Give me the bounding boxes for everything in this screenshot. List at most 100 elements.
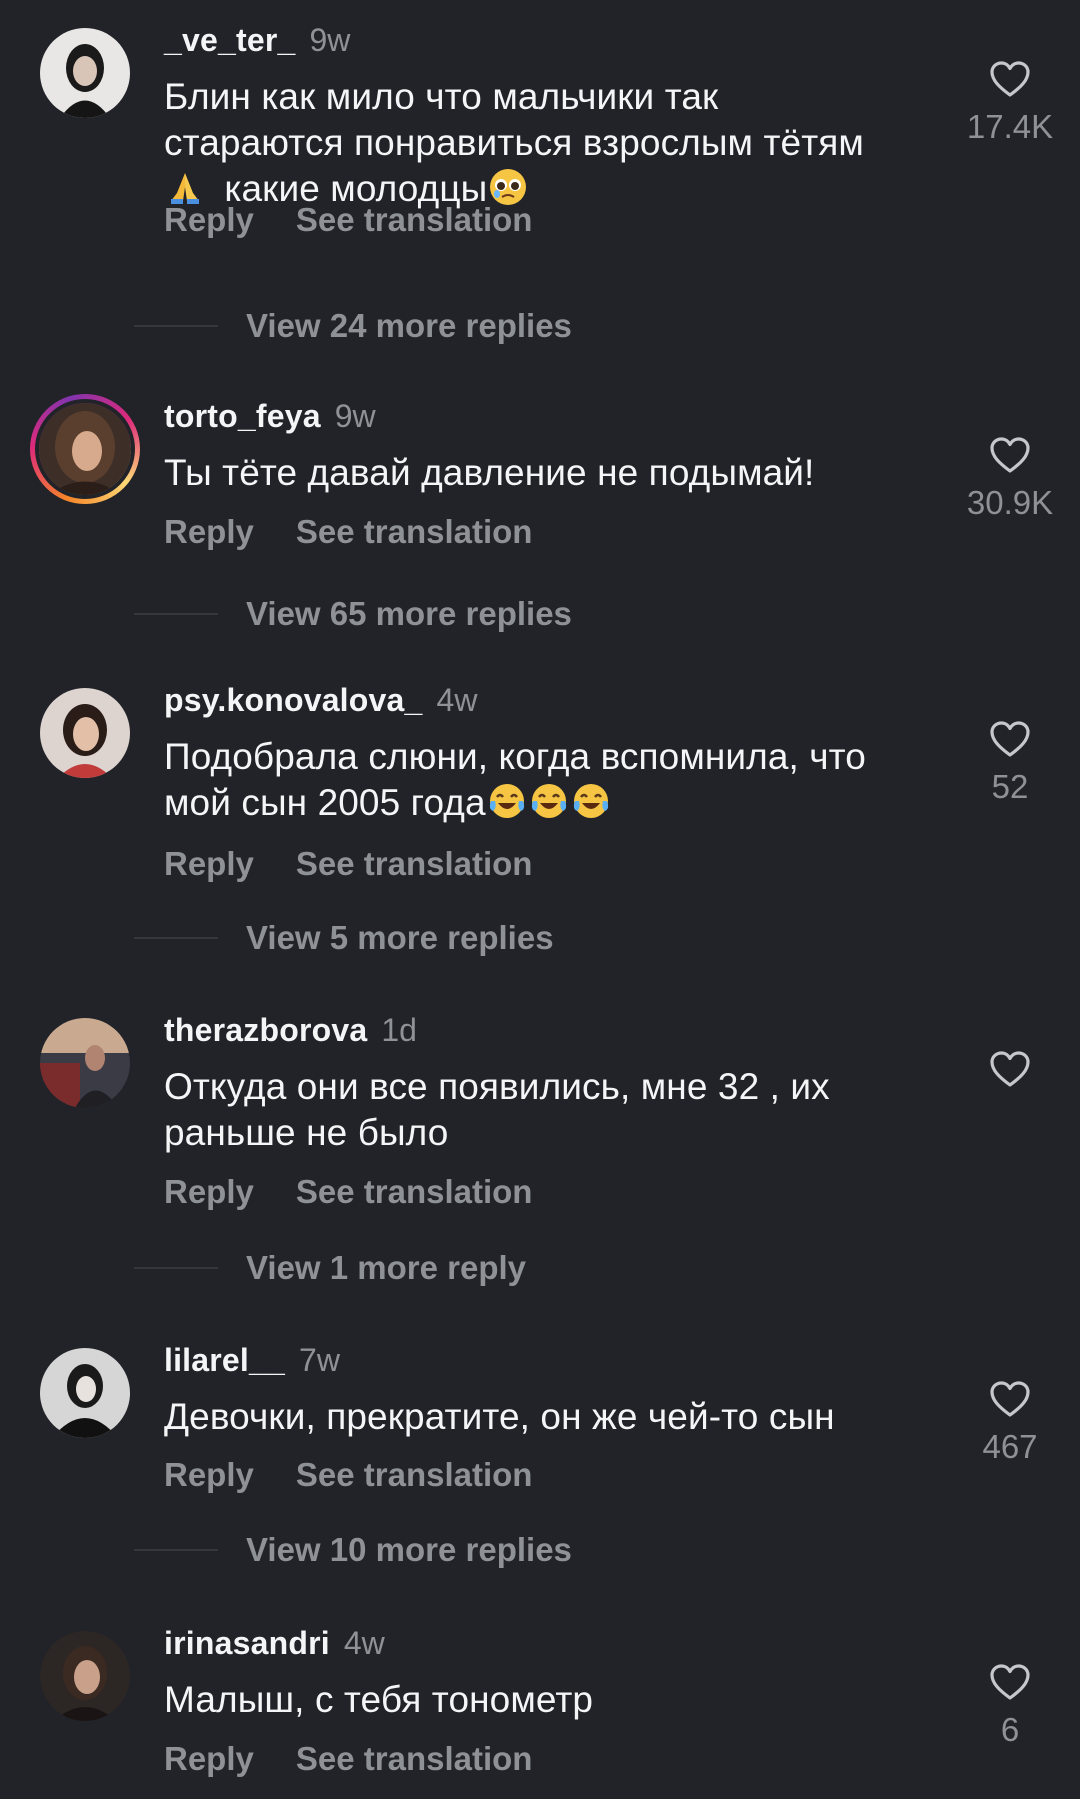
- comment-text-line: Откуда они все появились, мне 32 , их: [164, 1066, 830, 1107]
- like-area: 52: [950, 720, 1070, 806]
- like-area: 17.4K: [950, 60, 1070, 146]
- view-more-replies-label[interactable]: View 24 more replies: [246, 307, 572, 345]
- comment-header: lilarel__ 7w: [164, 1342, 340, 1382]
- avatar[interactable]: [40, 1348, 130, 1438]
- comment-text: Ты тёте давай давление не подымай!: [164, 450, 954, 496]
- username[interactable]: irinasandri: [164, 1625, 330, 1662]
- comment-item: _ve_ter_ 9w Блин как мило что мальчики т…: [0, 0, 1080, 360]
- comment-text: Откуда они все появились, мне 32 , их ра…: [164, 1064, 954, 1156]
- comment-text: Подобрала слюни, когда вспомнила, что мо…: [164, 734, 954, 826]
- comment-actions: Reply See translation: [164, 1739, 532, 1779]
- view-more-replies-label[interactable]: View 65 more replies: [246, 595, 572, 633]
- see-translation-button[interactable]: See translation: [296, 845, 533, 883]
- timestamp: 1d: [381, 1012, 417, 1048]
- comment-header: _ve_ter_ 9w: [164, 22, 350, 62]
- comment-header: irinasandri 4w: [164, 1625, 385, 1665]
- comment-item: irinasandri 4w Малыш, с тебя тонометр Re…: [0, 1603, 1080, 1799]
- replies-divider-line: [134, 1267, 218, 1269]
- replies-divider-line: [134, 325, 218, 327]
- avatar-story-ring[interactable]: [30, 394, 140, 504]
- username[interactable]: torto_feya: [164, 398, 321, 435]
- comment-header: psy.konovalova_ 4w: [164, 682, 477, 722]
- replies-divider-line: [134, 613, 218, 615]
- comment-text-line: Подобрала слюни, когда вспомнила, что: [164, 736, 866, 777]
- username[interactable]: lilarel__: [164, 1342, 285, 1379]
- comment-text: Девочки, прекратите, он же чей-то сын: [164, 1394, 954, 1440]
- view-more-replies[interactable]: View 1 more reply: [134, 1248, 526, 1288]
- comment-text-line: мой сын 2005 года: [164, 780, 954, 826]
- see-translation-button[interactable]: See translation: [296, 201, 533, 239]
- heart-outline-icon[interactable]: [989, 1050, 1031, 1088]
- comment-item: lilarel__ 7w Девочки, прекратите, он же …: [0, 1320, 1080, 1610]
- like-count: 6: [1000, 1711, 1020, 1748]
- username[interactable]: therazborova: [164, 1012, 367, 1049]
- timestamp: 4w: [436, 682, 478, 718]
- comment-text-line: Девочки, прекратите, он же чей-то сын: [164, 1396, 835, 1437]
- comment-text-line: раньше не было: [164, 1112, 449, 1153]
- replies-divider-line: [134, 937, 218, 939]
- view-more-replies-label[interactable]: View 1 more reply: [246, 1249, 526, 1287]
- comment-item: psy.konovalova_ 4w Подобрала слюни, когд…: [0, 660, 1080, 980]
- comment-text: Блин как мило что мальчики так стараются…: [164, 74, 954, 212]
- tears-of-joy-emoji: [487, 781, 527, 821]
- comment-header: therazborova 1d: [164, 1012, 417, 1052]
- timestamp: 4w: [343, 1625, 385, 1661]
- reply-button[interactable]: Reply: [164, 1740, 254, 1778]
- timestamp: 9w: [309, 22, 351, 58]
- comment-actions: Reply See translation: [164, 1455, 532, 1495]
- reply-button[interactable]: Reply: [164, 201, 254, 239]
- avatar[interactable]: [40, 688, 130, 778]
- avatar[interactable]: [40, 1018, 130, 1108]
- comment-text-line: Малыш, с тебя тонометр: [164, 1679, 594, 1720]
- comments-screen: _ve_ter_ 9w Блин как мило что мальчики т…: [0, 0, 1080, 1799]
- comment-text-fragment: мой сын 2005 года: [164, 782, 486, 823]
- like-area: [950, 1050, 1070, 1098]
- like-area: 30.9K: [950, 436, 1070, 522]
- reply-button[interactable]: Reply: [164, 513, 254, 551]
- view-more-replies[interactable]: View 24 more replies: [134, 306, 572, 346]
- comment-actions: Reply See translation: [164, 844, 532, 884]
- see-translation-button[interactable]: See translation: [296, 1740, 533, 1778]
- view-more-replies-label[interactable]: View 10 more replies: [246, 1531, 572, 1569]
- comment-text: Малыш, с тебя тонометр: [164, 1677, 954, 1723]
- view-more-replies[interactable]: View 10 more replies: [134, 1530, 572, 1570]
- comment-item: torto_feya 9w Ты тёте давай давление не …: [0, 376, 1080, 666]
- comment-text-line: стараются понравиться взрослым тётям: [164, 122, 864, 163]
- view-more-replies[interactable]: View 65 more replies: [134, 594, 572, 634]
- like-count: 30.9K: [966, 484, 1054, 521]
- avatar: [35, 399, 135, 499]
- view-more-replies[interactable]: View 5 more replies: [134, 918, 554, 958]
- like-count: 17.4K: [966, 108, 1054, 145]
- like-area: 6: [950, 1663, 1070, 1749]
- heart-outline-icon[interactable]: [989, 1663, 1031, 1701]
- heart-outline-icon[interactable]: [989, 720, 1031, 758]
- heart-outline-icon[interactable]: [989, 60, 1031, 98]
- comment-actions: Reply See translation: [164, 1172, 532, 1212]
- comment-text-line: Блин как мило что мальчики так: [164, 76, 719, 117]
- tears-of-joy-emoji: [529, 781, 569, 821]
- comment-item: therazborova 1d Откуда они все появились…: [0, 990, 1080, 1310]
- see-translation-button[interactable]: See translation: [296, 1173, 533, 1211]
- timestamp: 9w: [334, 398, 376, 434]
- replies-divider-line: [134, 1549, 218, 1551]
- reply-button[interactable]: Reply: [164, 845, 254, 883]
- like-area: 467: [950, 1380, 1070, 1466]
- timestamp: 7w: [299, 1342, 340, 1378]
- username[interactable]: _ve_ter_: [164, 22, 296, 59]
- see-translation-button[interactable]: See translation: [296, 1456, 533, 1494]
- comment-text-line: Ты тёте давай давление не подымай!: [164, 452, 815, 493]
- heart-outline-icon[interactable]: [989, 1380, 1031, 1418]
- username[interactable]: psy.konovalova_: [164, 682, 423, 719]
- avatar[interactable]: [40, 1631, 130, 1721]
- view-more-replies-label[interactable]: View 5 more replies: [246, 919, 554, 957]
- heart-outline-icon[interactable]: [989, 436, 1031, 474]
- like-count: 52: [991, 768, 1029, 805]
- like-count: 467: [982, 1428, 1038, 1465]
- comment-actions: Reply See translation: [164, 512, 532, 552]
- reply-button[interactable]: Reply: [164, 1173, 254, 1211]
- comment-header: torto_feya 9w: [164, 398, 376, 438]
- see-translation-button[interactable]: See translation: [296, 513, 533, 551]
- reply-button[interactable]: Reply: [164, 1456, 254, 1494]
- comment-actions: Reply See translation: [164, 200, 532, 240]
- avatar[interactable]: [40, 28, 130, 118]
